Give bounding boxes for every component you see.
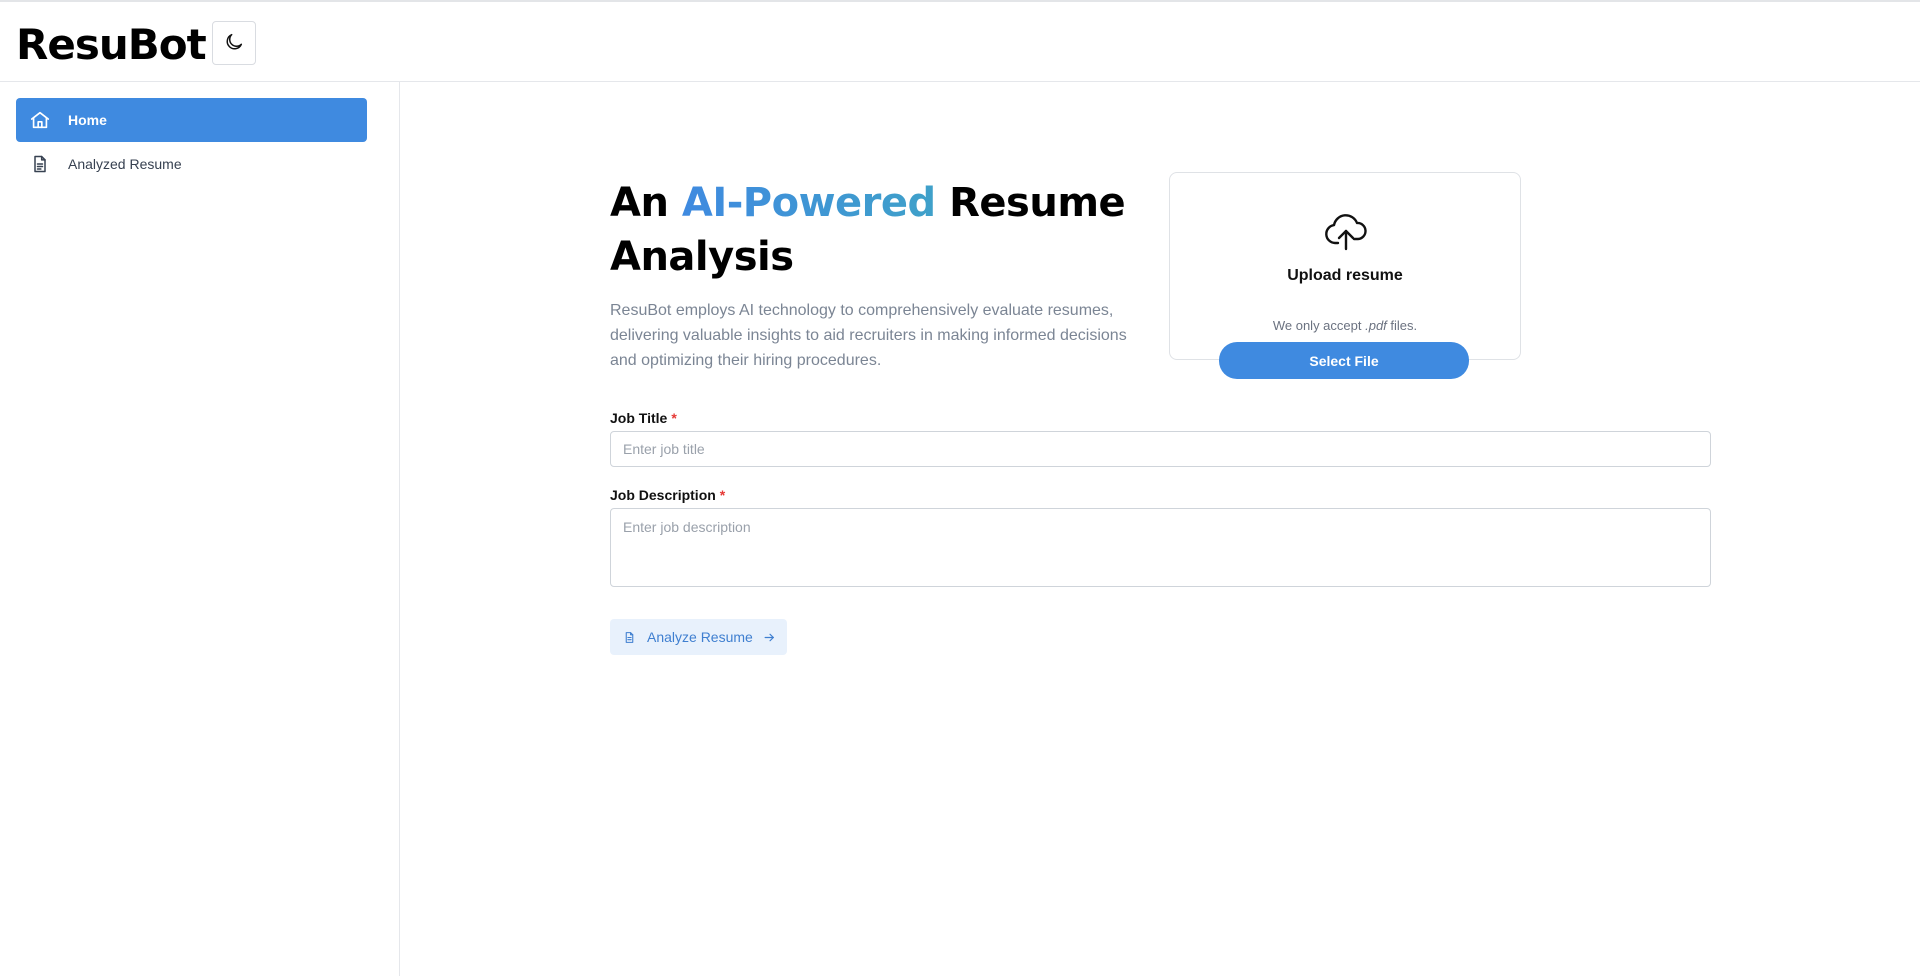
page-description: ResuBot employs AI technology to compreh… [610, 302, 1127, 369]
upload-dropzone[interactable]: Upload resume We only accept .pdf files. [1169, 172, 1521, 360]
analyze-resume-button[interactable]: Analyze Resume [610, 619, 787, 655]
required-mark: * [671, 410, 677, 426]
upload-note-prefix: We only accept [1272, 318, 1366, 333]
job-title-label: Job Title * [610, 410, 677, 426]
job-title-label-text: Job Title [610, 410, 668, 426]
sidebar-item-home[interactable]: Home [16, 98, 367, 142]
main-content: An AI-Powered Resume Analysis ResuBot em… [401, 82, 1920, 976]
select-file-button[interactable]: Select File [1219, 342, 1469, 379]
title-accent: AI-Powered [681, 180, 936, 226]
job-description-label: Job Description * [610, 487, 725, 503]
title-prefix: An [610, 180, 682, 226]
sidebar: Home Analyzed Resume [0, 82, 400, 976]
sidebar-item-label: Analyzed Resume [68, 156, 182, 172]
app-root: ResuBot Home Analyzed Resume An AI-Power… [0, 0, 1920, 976]
document-icon [28, 152, 52, 176]
analyze-resume-label: Analyze Resume [647, 629, 753, 645]
job-description-textarea[interactable] [610, 508, 1711, 587]
upload-note: We only accept .pdf files. [1170, 318, 1520, 333]
app-logo[interactable]: ResuBot [16, 20, 207, 69]
job-title-input[interactable] [610, 431, 1711, 467]
sidebar-item-analyzed-resume[interactable]: Analyzed Resume [16, 142, 367, 186]
home-icon [28, 108, 52, 132]
required-mark: * [719, 487, 726, 503]
arrow-right-icon [763, 630, 777, 644]
moon-icon [223, 31, 245, 56]
theme-toggle-button[interactable] [212, 21, 256, 65]
upload-title: Upload resume [1287, 267, 1403, 284]
document-icon [623, 630, 637, 644]
sidebar-item-label: Home [68, 112, 107, 128]
job-description-label-text: Job Description [610, 487, 716, 503]
cloud-upload-icon [1322, 209, 1370, 257]
page-title: An AI-Powered Resume Analysis [610, 176, 1170, 284]
upload-note-suffix: files. [1386, 318, 1418, 333]
header: ResuBot [0, 2, 1920, 82]
upload-note-ext: .pdf [1365, 318, 1387, 333]
